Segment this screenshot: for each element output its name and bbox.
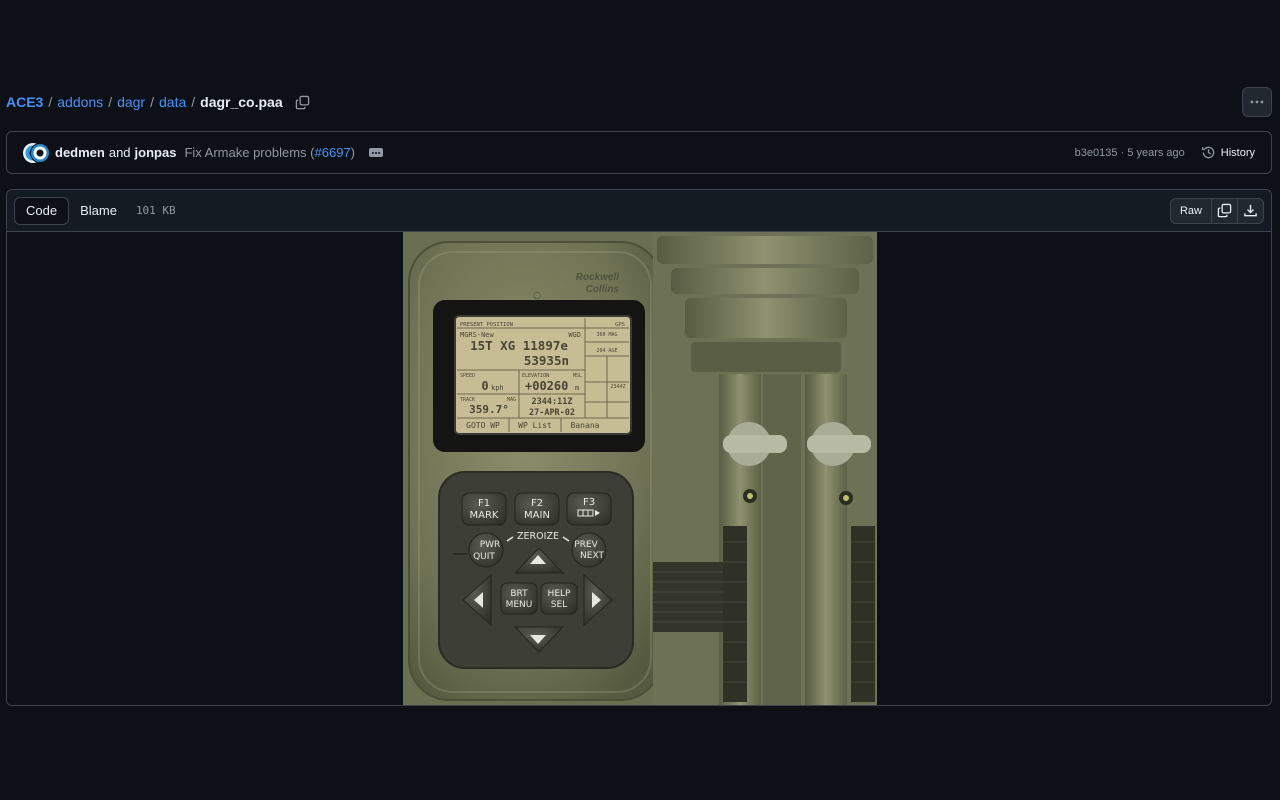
key-f3-top: F3: [583, 497, 595, 508]
screen-time-value: 2344:11Z: [532, 397, 573, 407]
breadcrumb-separator: /: [48, 94, 53, 110]
screen-coord-2: 53935n: [524, 353, 569, 368]
history-button[interactable]: History: [1201, 145, 1255, 160]
code-tab[interactable]: Code: [14, 196, 70, 225]
key-brt-bottom: MENU: [506, 600, 533, 610]
commit-message[interactable]: Fix Armake problems (#6697): [184, 145, 355, 160]
download-button[interactable]: [1238, 197, 1264, 224]
history-label: History: [1220, 146, 1255, 159]
key-prev-top: PREV: [574, 540, 598, 550]
screen-speed-unit: kph: [491, 384, 504, 392]
screen-side-1: 360 MAG: [596, 332, 617, 338]
history-icon: [1201, 146, 1215, 159]
breadcrumb-link-data[interactable]: data: [159, 94, 186, 110]
kebab-horizontal-icon: [1250, 100, 1264, 104]
file-size: 101 KB: [135, 204, 176, 217]
expand-commit-message-button[interactable]: [369, 148, 383, 157]
commit-sha[interactable]: b3e0135: [1075, 147, 1118, 159]
breadcrumb-separator: /: [150, 94, 154, 110]
screen-elev-ref: MSL: [573, 373, 582, 379]
screen-softkey-2: WP List: [518, 421, 552, 430]
screen-speed-value: 0: [481, 379, 488, 393]
brand-rockwell: Rockwell: [576, 272, 620, 283]
breadcrumb-repo-link[interactable]: ACE3: [6, 94, 43, 110]
file-actions: Raw: [1169, 197, 1264, 224]
screen-softkey-1: GOTO WP: [466, 421, 500, 430]
texture-image: Rockwell Collins ○ PRESENT POSITION GPS …: [403, 232, 877, 705]
key-f2-top: F2: [531, 498, 543, 509]
commit-author-jonpas[interactable]: jonpas: [135, 145, 177, 160]
screen-header-left: PRESENT POSITION: [460, 322, 513, 328]
file-content: Rockwell Collins ○ PRESENT POSITION GPS …: [7, 232, 1271, 705]
commit-author-joiner: and: [108, 145, 131, 160]
key-help-bottom: SEL: [551, 600, 567, 610]
breadcrumb-separator: /: [191, 94, 196, 110]
key-f1-bottom: MARK: [470, 510, 499, 521]
key-f1-top: F1: [478, 498, 490, 509]
raw-button[interactable]: Raw: [1169, 197, 1212, 224]
copy-path-icon[interactable]: [295, 94, 311, 110]
screen-datum: WGD: [568, 331, 581, 339]
avatar[interactable]: [23, 142, 50, 163]
screen-elev-unit: m: [575, 384, 579, 392]
latest-commit-bar: dedmen and jonpas Fix Armake problems (#…: [6, 131, 1272, 174]
key-brt-top: BRT: [510, 589, 528, 599]
key-zeroize: ZEROIZE: [517, 531, 559, 542]
screen-elev-value: +00260: [525, 379, 568, 393]
screen-softkey-3: Banana: [571, 421, 600, 430]
view-mode-toggle: Code Blame: [14, 196, 128, 225]
screen-side-2: 294 AGE: [596, 348, 617, 354]
commit-author-dedmen[interactable]: dedmen: [55, 145, 105, 160]
breadcrumb: ACE3 / addons / dagr / data / dagr_co.pa…: [6, 92, 311, 112]
more-options-button[interactable]: [1242, 87, 1272, 117]
screen-coord-1: 15T XG 11897e: [470, 338, 568, 353]
screen-date-value: 27-APR-02: [529, 408, 575, 418]
key-f2-bottom: MAIN: [524, 510, 550, 521]
breadcrumb-separator: /: [108, 94, 113, 110]
commit-time: 5 years ago: [1127, 146, 1185, 159]
breadcrumb-current-file: dagr_co.paa: [200, 94, 283, 110]
screen-track-value: 359.7°: [469, 403, 509, 416]
blame-tab[interactable]: Blame: [69, 197, 128, 225]
file-viewer: Code Blame 101 KB Raw Rockwell Collins ○…: [6, 189, 1272, 706]
key-pwr-bottom: QUIT: [473, 552, 495, 562]
key-prev-bottom: NEXT: [580, 551, 604, 561]
breadcrumb-link-addons[interactable]: addons: [57, 94, 103, 110]
screen-side-3: 2344Z: [610, 384, 625, 390]
download-icon: [1244, 204, 1257, 217]
svg-text:○: ○: [533, 291, 541, 301]
key-help-top: HELP: [548, 589, 571, 599]
copy-raw-button[interactable]: [1212, 197, 1238, 224]
brand-collins: Collins: [586, 284, 620, 295]
screen-speed-label: SPEED: [460, 373, 475, 379]
file-header: Code Blame 101 KB Raw: [7, 190, 1271, 232]
commit-dot-separator: ·: [1117, 146, 1128, 159]
breadcrumb-link-dagr[interactable]: dagr: [117, 94, 145, 110]
pull-request-link[interactable]: #6697: [315, 145, 351, 160]
key-pwr-top: PWR: [480, 540, 501, 550]
copy-icon: [1217, 203, 1232, 218]
screen-header-right: GPS: [615, 322, 625, 328]
